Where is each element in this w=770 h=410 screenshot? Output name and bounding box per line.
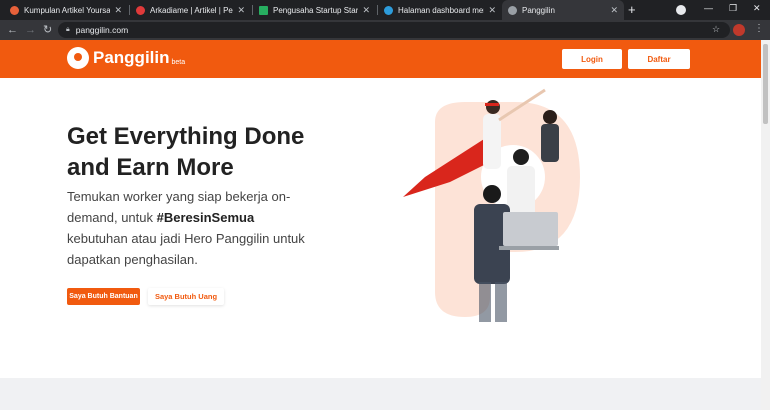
dashboard-favicon-icon bbox=[384, 5, 393, 15]
site-header: Panggilin beta Login Daftar bbox=[0, 40, 770, 78]
login-button[interactable]: Login bbox=[562, 49, 622, 69]
tab-title: Arkadiame | Artikel | Pending bbox=[150, 5, 233, 15]
tab-title: Pengusaha Startup Start-Up bbox=[273, 5, 359, 15]
browser-tab[interactable]: Pengusaha Startup Start-Up ✕ bbox=[253, 0, 376, 20]
reload-icon[interactable]: ↻ bbox=[43, 23, 52, 37]
browser-menu-icon[interactable]: ⋮ bbox=[754, 23, 764, 34]
new-tab-icon[interactable]: + bbox=[628, 1, 636, 19]
tab-title: Kumpulan Artikel Yoursay.id bbox=[24, 5, 111, 15]
hero-illustration bbox=[403, 88, 580, 322]
need-money-button[interactable]: Saya Butuh Uang bbox=[148, 288, 224, 305]
hero-title-line1: Get Everything Done bbox=[67, 123, 305, 150]
arkadiame-favicon-icon bbox=[136, 5, 145, 15]
back-icon[interactable]: ← bbox=[7, 23, 18, 37]
url-text: panggilin.com bbox=[75, 25, 129, 35]
profile-avatar[interactable] bbox=[733, 24, 745, 36]
hero-description: Temukan worker yang siap bekerja on-dema… bbox=[67, 186, 317, 270]
browser-tab[interactable]: Halaman dashboard menulis ✕ bbox=[378, 0, 502, 20]
bookmark-star-icon[interactable]: ☆ bbox=[712, 24, 720, 35]
profile-menu-icon[interactable] bbox=[676, 5, 686, 15]
tab-title: Panggilin bbox=[522, 5, 555, 15]
hero-desc-hashtag: #BeresinSemua bbox=[156, 210, 255, 225]
hero-desc-post: kebutuhan atau jadi Hero Panggilin untuk… bbox=[67, 231, 305, 267]
lock-icon: 🔒︎ bbox=[66, 26, 70, 33]
browser-tab[interactable]: Kumpulan Artikel Yoursay.id ✕ bbox=[4, 0, 128, 20]
hero-title-line2: and Earn More bbox=[67, 154, 234, 181]
tab-close-icon[interactable]: ✕ bbox=[362, 5, 370, 16]
tab-title: Halaman dashboard menulis bbox=[398, 5, 484, 15]
brand-name: Panggilin bbox=[93, 48, 170, 67]
tab-close-icon[interactable]: ✕ bbox=[488, 5, 496, 16]
next-section-band bbox=[0, 378, 761, 410]
register-button[interactable]: Daftar bbox=[628, 49, 690, 69]
yoursay-favicon-icon bbox=[10, 5, 19, 15]
page-scrollbar[interactable] bbox=[761, 40, 770, 410]
tab-close-icon[interactable]: ✕ bbox=[237, 5, 245, 16]
hero-title: Get Everything Done and Earn More bbox=[67, 121, 367, 183]
tab-close-icon[interactable]: ✕ bbox=[610, 5, 618, 16]
close-window-icon[interactable]: ✕ bbox=[753, 3, 761, 14]
scrollbar-thumb[interactable] bbox=[763, 44, 768, 124]
need-help-button[interactable]: Saya Butuh Bantuan bbox=[67, 288, 140, 305]
browser-tab-strip: Kumpulan Artikel Yoursay.id ✕ Arkadiame … bbox=[0, 0, 770, 20]
browser-tab[interactable]: Arkadiame | Artikel | Pending ✕ bbox=[130, 0, 251, 20]
globe-favicon-icon bbox=[508, 5, 517, 15]
panggilin-logo-icon bbox=[67, 47, 89, 69]
startup-favicon-icon bbox=[259, 5, 268, 15]
brand-logo[interactable]: Panggilin beta bbox=[67, 47, 185, 69]
browser-toolbar: ← → ↻ 🔒︎ panggilin.com ☆ ⋮ bbox=[0, 20, 770, 40]
forward-icon[interactable]: → bbox=[25, 23, 36, 37]
address-bar[interactable]: 🔒︎ panggilin.com bbox=[58, 22, 730, 38]
restore-icon[interactable]: ❐ bbox=[729, 3, 737, 14]
browser-tab-active[interactable]: Panggilin ✕ bbox=[502, 0, 624, 20]
tab-close-icon[interactable]: ✕ bbox=[114, 5, 122, 16]
minimize-icon[interactable]: — bbox=[704, 3, 713, 13]
brand-tag: beta bbox=[171, 58, 186, 66]
